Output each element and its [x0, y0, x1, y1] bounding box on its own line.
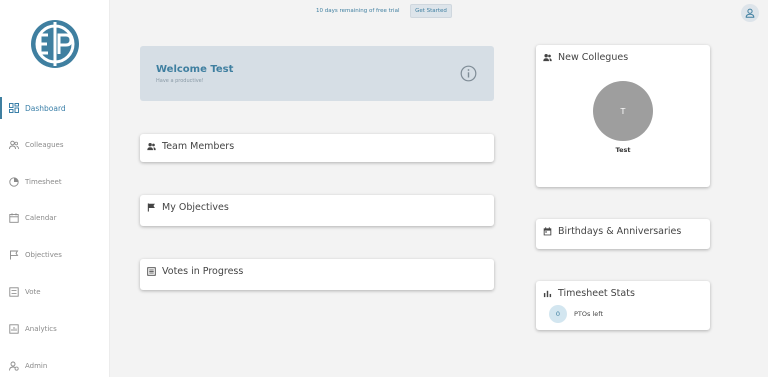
sidebar-item-vote[interactable]: Vote — [0, 281, 110, 303]
bar-chart-icon — [543, 289, 552, 298]
sidebar-item-objectives[interactable]: Objectives — [0, 244, 110, 266]
sidebar-item-label: Timesheet — [25, 178, 62, 186]
sidebar-item-label: Analytics — [25, 325, 57, 333]
grid-icon — [9, 103, 19, 113]
flag-icon — [9, 250, 19, 260]
card-title: Birthdays & Anniversaries — [558, 226, 682, 237]
clock-icon — [9, 177, 19, 187]
user-menu-button[interactable] — [741, 4, 759, 22]
my-objectives-card[interactable]: My Objectives — [140, 195, 494, 226]
sidebar-item-label: Colleagues — [25, 141, 64, 149]
card-title: Team Members — [162, 141, 235, 152]
flag-icon — [147, 203, 156, 212]
welcome-subtitle: Have a productive! — [156, 78, 204, 84]
sidebar-item-colleagues[interactable]: Colleagues — [0, 134, 110, 156]
admin-icon — [9, 361, 19, 371]
calendar-icon — [543, 227, 552, 236]
welcome-banner: Welcome Test Have a productive! — [140, 46, 494, 101]
calendar-icon — [9, 213, 19, 223]
sidebar-item-label: Vote — [25, 288, 41, 296]
team-members-card[interactable]: Team Members — [140, 134, 494, 162]
analytics-icon — [9, 324, 19, 334]
people-icon — [147, 142, 156, 151]
birthdays-anniversaries-card[interactable]: Birthdays & Anniversaries — [536, 219, 710, 249]
card-title: New Collegues — [558, 52, 629, 63]
colleague-name[interactable]: Test — [536, 146, 710, 154]
timesheet-stats-card: Timesheet Stats 0 PTOs left — [536, 281, 710, 330]
sidebar-item-label: Dashboard — [25, 103, 66, 113]
sidebar-item-analytics[interactable]: Analytics — [0, 318, 110, 340]
new-colleagues-card: New Collegues T Test — [536, 45, 710, 187]
ballot-icon — [147, 267, 156, 276]
sidebar-item-label: Calendar — [25, 214, 57, 222]
sidebar: Dashboard Colleagues Timesheet Calendar … — [0, 0, 110, 377]
welcome-title: Welcome Test — [156, 64, 234, 75]
card-title: Timesheet Stats — [558, 288, 635, 299]
pto-label: PTOs left — [574, 310, 603, 318]
pto-count-badge: 0 — [549, 305, 567, 323]
user-icon — [745, 8, 755, 18]
card-title: My Objectives — [162, 202, 229, 213]
ep-logo-icon[interactable] — [29, 18, 81, 70]
ballot-icon — [9, 287, 19, 297]
trial-status-text: 10 days remaining of free trial — [316, 8, 400, 14]
sidebar-item-timesheet[interactable]: Timesheet — [0, 171, 110, 193]
sidebar-item-admin[interactable]: Admin — [0, 355, 110, 377]
sidebar-item-label: Objectives — [25, 251, 62, 259]
card-title: Votes in Progress — [162, 266, 244, 277]
avatar[interactable]: T — [593, 81, 653, 141]
sidebar-item-dashboard[interactable]: Dashboard — [0, 97, 110, 119]
info-icon[interactable] — [460, 65, 477, 82]
get-started-button[interactable]: Get Started — [410, 4, 452, 18]
sidebar-item-calendar[interactable]: Calendar — [0, 207, 110, 229]
people-icon — [543, 53, 552, 62]
sidebar-item-label: Admin — [25, 362, 48, 370]
votes-in-progress-card[interactable]: Votes in Progress — [140, 259, 494, 290]
people-icon — [9, 140, 19, 150]
